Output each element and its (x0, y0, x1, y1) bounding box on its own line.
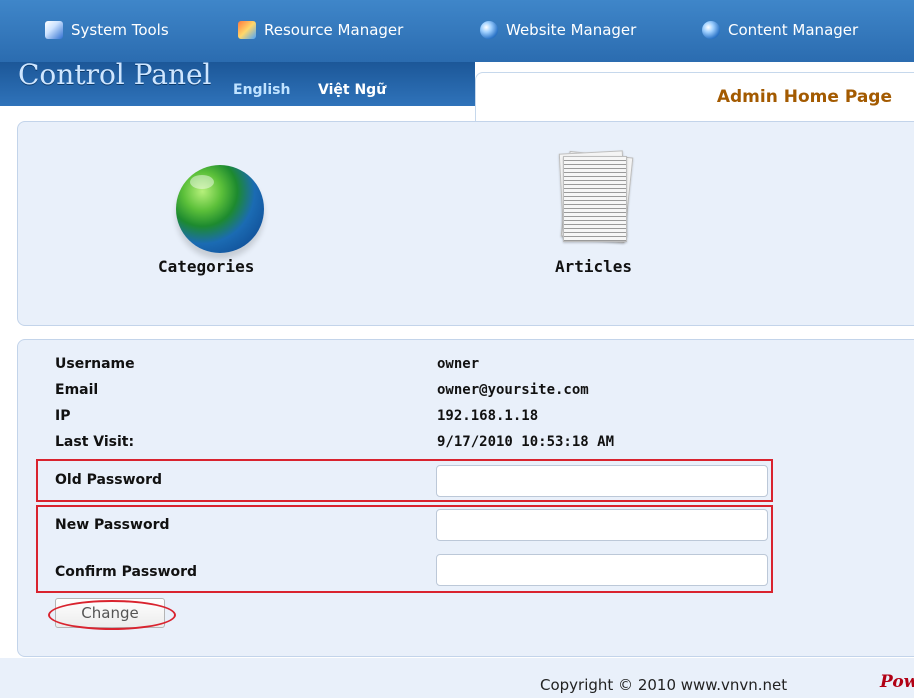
categories-link[interactable]: Categories (158, 257, 254, 276)
new-password-field[interactable] (436, 509, 768, 541)
new-password-label: New Password (55, 517, 170, 533)
email-label: Email (55, 382, 99, 398)
ip-label: IP (55, 408, 71, 424)
quick-icons-panel (17, 121, 914, 326)
header-banner: Control Panel English Việt Ngữ (0, 58, 475, 106)
menu-website-manager-label: Website Manager (506, 21, 637, 39)
username-label: Username (55, 356, 135, 372)
globe-icon (702, 21, 720, 39)
menu-system-tools-label: System Tools (71, 21, 169, 39)
resource-manager-icon (238, 21, 256, 39)
paper-sheet (563, 156, 627, 242)
header: Control Panel English Việt Ngữ Admin Hom… (0, 58, 914, 122)
language-vietnamese-link[interactable]: Việt Ngữ (318, 82, 386, 98)
last-visit-label: Last Visit: (55, 434, 135, 450)
globe-icon[interactable] (176, 165, 264, 253)
admin-home-title[interactable]: Admin Home Page (717, 87, 892, 107)
menu-resource-manager[interactable]: Resource Manager (238, 18, 403, 42)
powered-by-logo[interactable]: Powe (880, 672, 914, 692)
username-value: owner (437, 356, 480, 372)
confirm-password-label: Confirm Password (55, 564, 198, 580)
copyright-text: Copyright © 2010 www.vnvn.net (540, 676, 788, 694)
globe-icon (480, 21, 498, 39)
menu-website-manager[interactable]: Website Manager (480, 18, 636, 42)
ip-value: 192.168.1.18 (437, 408, 539, 424)
email-value: owner@yoursite.com (437, 382, 589, 398)
old-password-field[interactable] (436, 465, 768, 497)
system-tools-icon (45, 21, 63, 39)
language-english-link[interactable]: English (233, 82, 290, 98)
menu-content-manager[interactable]: Content Manager (702, 18, 858, 42)
document-stack-icon[interactable] (557, 150, 634, 244)
control-panel-logo: Control Panel (18, 58, 212, 91)
articles-link[interactable]: Articles (555, 257, 632, 276)
menu-system-tools[interactable]: System Tools (45, 18, 169, 42)
old-password-label: Old Password (55, 472, 163, 488)
top-menu-bar: System Tools Resource Manager Website Ma… (0, 0, 914, 62)
menu-resource-manager-label: Resource Manager (264, 21, 404, 39)
menu-content-manager-label: Content Manager (728, 21, 859, 39)
confirm-password-field[interactable] (436, 554, 768, 586)
last-visit-value: 9/17/2010 10:53:18 AM (437, 434, 615, 450)
change-button-highlight (48, 600, 176, 630)
